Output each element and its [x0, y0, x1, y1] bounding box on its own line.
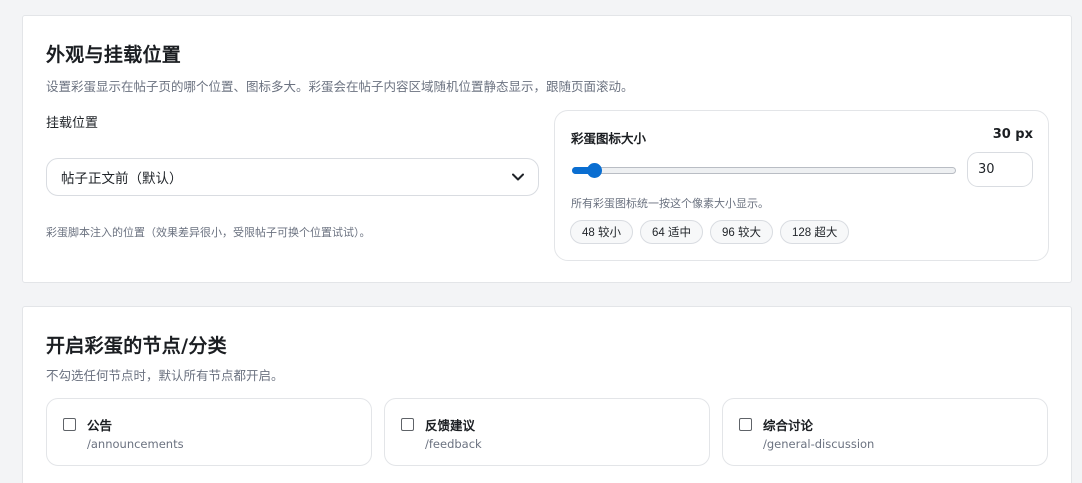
node-list: 公告 /announcements 反馈建议 /feedback 综合讨论 /g…: [46, 398, 1048, 466]
node-slug: /feedback: [425, 437, 482, 451]
chevron-down-icon: [512, 171, 524, 183]
node-name: 反馈建议: [425, 418, 476, 433]
mount-position-hint: 彩蛋脚本注入的位置（效果差异很小，受限帖子可换个位置试试）。: [46, 226, 371, 239]
preset-96-button[interactable]: 96 较大: [710, 220, 773, 244]
node-item-feedback[interactable]: 反馈建议 /feedback: [384, 398, 710, 466]
node-name: 综合讨论: [763, 418, 814, 433]
node-checkbox[interactable]: [63, 418, 76, 431]
nodes-description: 不勾选任何节点时，默认所有节点都开启。: [46, 368, 284, 383]
preset-48-button[interactable]: 48 较小: [570, 220, 633, 244]
node-item-announcements[interactable]: 公告 /announcements: [46, 398, 372, 466]
appearance-title: 外观与挂载位置: [46, 44, 182, 66]
nodes-title: 开启彩蛋的节点/分类: [46, 335, 227, 357]
appearance-description: 设置彩蛋显示在帖子页的哪个位置、图标多大。彩蛋会在帖子内容区域随机位置静态显示，…: [46, 79, 634, 94]
icon-size-slider[interactable]: [572, 163, 956, 178]
node-slug: /general-discussion: [763, 437, 875, 451]
nodes-card: 开启彩蛋的节点/分类 不勾选任何节点时，默认所有节点都开启。 公告 /annou…: [22, 306, 1072, 483]
preset-128-button[interactable]: 128 超大: [780, 220, 850, 244]
icon-size-readout: 30 px: [992, 127, 1033, 142]
mount-position-select-value: 帖子正文前（默认）: [61, 171, 183, 187]
node-slug: /announcements: [87, 437, 184, 451]
icon-size-hint: 所有彩蛋图标统一按这个像素大小显示。: [571, 197, 769, 210]
preset-64-button[interactable]: 64 适中: [640, 220, 703, 244]
icon-size-presets: 48 较小 64 适中 96 较大 128 超大: [570, 220, 850, 244]
icon-size-panel: 彩蛋图标大小 30 px 30 所有彩蛋图标统一按这个像素大小显示。 48 较小…: [554, 110, 1049, 261]
mount-position-label: 挂载位置: [46, 116, 99, 131]
mount-position-select[interactable]: 帖子正文前（默认）: [46, 158, 539, 196]
node-checkbox[interactable]: [739, 418, 752, 431]
icon-size-input[interactable]: 30: [967, 152, 1033, 187]
slider-thumb[interactable]: [586, 163, 602, 178]
icon-size-title: 彩蛋图标大小: [571, 131, 647, 146]
slider-track: [572, 167, 956, 174]
node-name: 公告: [87, 418, 113, 433]
node-checkbox[interactable]: [401, 418, 414, 431]
appearance-card: 外观与挂载位置 设置彩蛋显示在帖子页的哪个位置、图标多大。彩蛋会在帖子内容区域随…: [22, 15, 1072, 283]
node-item-general-discussion[interactable]: 综合讨论 /general-discussion: [722, 398, 1048, 466]
